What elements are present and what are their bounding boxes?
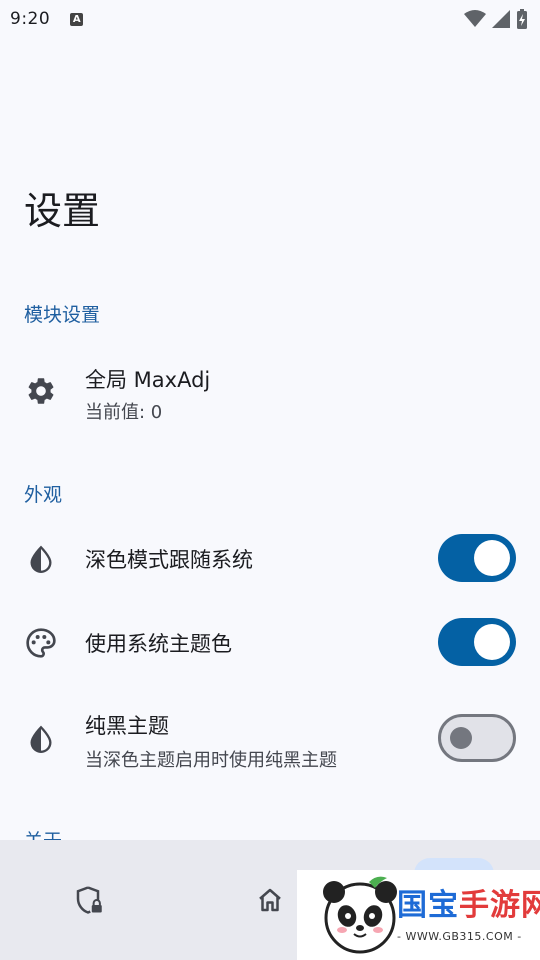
switch-knob <box>474 624 510 660</box>
palette-icon <box>24 626 58 660</box>
pref-title: 深色模式跟随系统 <box>85 548 253 572</box>
switch-knob <box>450 727 472 749</box>
shield-lock-icon <box>76 886 102 914</box>
page-title: 设置 <box>24 189 101 233</box>
watermark-url: - WWW.GB315.COM - <box>397 930 522 943</box>
signal-icon <box>492 10 510 28</box>
contrast-icon <box>24 722 58 756</box>
pref-title: 全局 MaxAdj <box>85 368 211 392</box>
status-time: 9:20 <box>10 9 51 29</box>
wifi-icon <box>464 10 486 27</box>
nav-item-home[interactable] <box>240 870 300 930</box>
contrast-icon <box>24 542 58 576</box>
notification-icon: A <box>70 12 84 26</box>
section-header-appearance: 外观 <box>24 484 63 506</box>
section-header-module: 模块设置 <box>24 304 101 326</box>
watermark-brand-part2: 手游网 <box>459 888 540 923</box>
pref-title: 纯黑主题 <box>85 714 169 738</box>
pref-summary: 当深色主题启用时使用纯黑主题 <box>85 750 337 771</box>
pref-summary: 当前值: 0 <box>85 402 163 423</box>
panda-logo-icon <box>323 876 397 954</box>
pref-dark-mode-follow-system[interactable]: 深色模式跟随系统 <box>0 528 540 590</box>
watermark-brand-part1: 国宝 <box>397 888 459 923</box>
dark-mode-follow-system-switch[interactable] <box>438 534 516 582</box>
nav-item-protection[interactable] <box>58 870 118 930</box>
gear-icon <box>24 374 58 408</box>
watermark: 国宝手游网 - WWW.GB315.COM - <box>297 870 540 960</box>
pref-use-system-theme-color[interactable]: 使用系统主题色 <box>0 612 540 674</box>
pref-title: 使用系统主题色 <box>85 632 232 656</box>
status-bar: 9:20 A <box>0 0 540 38</box>
switch-knob <box>474 540 510 576</box>
watermark-brand: 国宝手游网 <box>397 880 540 924</box>
home-icon <box>259 888 281 912</box>
battery-icon <box>517 9 527 29</box>
status-icons <box>464 9 528 29</box>
pref-global-maxadj[interactable]: 全局 MaxAdj 当前值: 0 <box>0 352 540 432</box>
pref-pure-black-theme[interactable]: 纯黑主题 当深色主题启用时使用纯黑主题 <box>0 700 540 780</box>
pure-black-theme-switch[interactable] <box>438 714 516 762</box>
use-system-theme-color-switch[interactable] <box>438 618 516 666</box>
